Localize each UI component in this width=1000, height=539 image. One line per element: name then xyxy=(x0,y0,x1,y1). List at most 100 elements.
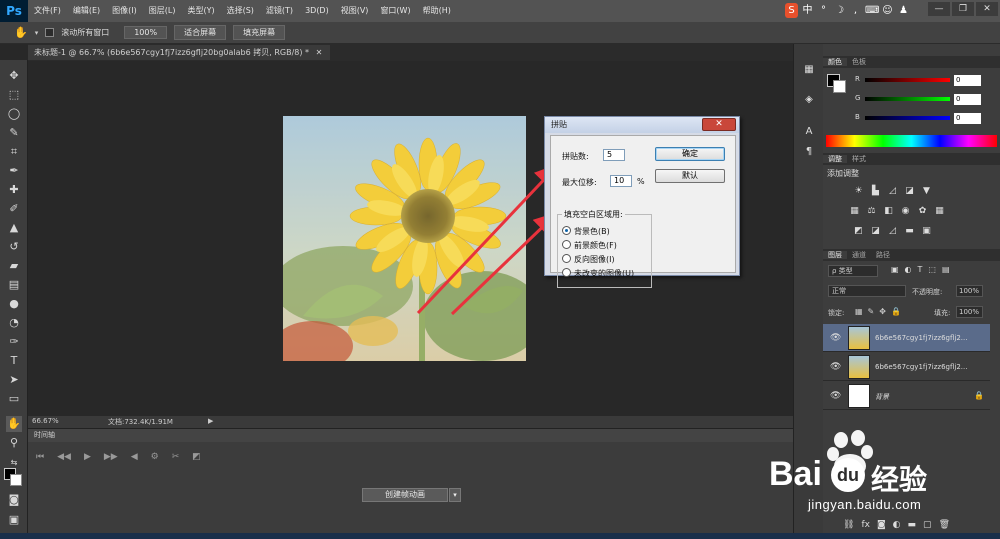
layer-row[interactable]: 👁 背景 🔒 xyxy=(823,382,990,410)
tab-channels[interactable]: 通道 xyxy=(847,251,871,259)
ok-button[interactable]: 确定 xyxy=(655,147,725,161)
create-frame-animation-button[interactable]: 创建帧动画 xyxy=(362,488,448,502)
adjust-icon[interactable]: ◐ xyxy=(893,520,901,530)
opacity-input[interactable]: 100% xyxy=(956,285,983,297)
scissors-icon[interactable]: ✂ xyxy=(172,452,180,462)
tab-adjustments[interactable]: 调整 xyxy=(823,155,847,163)
color-panel-tabs: 颜色 色板 xyxy=(823,56,1000,68)
properties-icon[interactable]: ◈ xyxy=(802,94,816,108)
r-slider[interactable] xyxy=(865,78,950,82)
fill-group-label: 填充空白区域用: xyxy=(562,209,625,220)
history-icon[interactable]: ▦ xyxy=(802,64,816,78)
channel-mixer-icon[interactable]: ✿ xyxy=(917,206,928,217)
radio-unaltered[interactable] xyxy=(562,268,571,277)
layer-name[interactable]: 6b6e567cgy1fj7izz6gflj2... xyxy=(875,334,967,342)
radio-inverse[interactable] xyxy=(562,254,571,263)
tab-layers[interactable]: 图层 xyxy=(823,251,847,259)
opacity-label: 不透明度: xyxy=(912,288,943,296)
zoom-level[interactable]: 66.67% xyxy=(32,417,59,425)
status-menu-arrow-icon[interactable]: ▶ xyxy=(208,417,213,425)
audio-icon[interactable]: ◀ xyxy=(131,452,138,462)
create-dropdown-icon[interactable]: ▾ xyxy=(449,488,461,502)
color-spectrum[interactable] xyxy=(826,135,997,147)
layer-row[interactable]: 👁 6b6e567cgy1fj7izz6gflj2... xyxy=(823,324,990,352)
tile-dialog: 拼贴 ✕ 拼贴数: 5 最大位移: 10 % 确定 默认 填充空白区域用: 背景… xyxy=(544,116,740,288)
radio-background[interactable] xyxy=(562,226,571,235)
first-frame-icon[interactable]: ⏮ xyxy=(36,452,44,462)
layer-row[interactable]: 👁 6b6e567cgy1fj7izz6gflj2... xyxy=(823,353,990,381)
paragraph-icon[interactable]: ¶ xyxy=(802,146,816,160)
watermark-brand-cn: 经验 xyxy=(871,463,928,496)
eye-icon[interactable]: 👁 xyxy=(830,391,841,401)
option-background-label: 背景色(B) xyxy=(574,227,610,236)
threshold-icon[interactable]: ◿ xyxy=(887,226,898,237)
folder-icon[interactable]: ▬ xyxy=(908,520,917,530)
tiles-label: 拼贴数: xyxy=(562,152,589,161)
layer-name[interactable]: 背景 xyxy=(875,392,889,402)
lock-icon: 🔒 xyxy=(974,391,984,400)
settings-icon[interactable]: ⚙ xyxy=(151,452,159,462)
tab-paths[interactable]: 路径 xyxy=(871,251,895,259)
g-channel-label: G xyxy=(855,94,861,102)
eye-icon[interactable]: 👁 xyxy=(830,362,841,372)
option-foreground-label: 前景颜色(F) xyxy=(574,241,617,250)
tab-swatches[interactable]: 色板 xyxy=(847,58,871,66)
tab-color[interactable]: 颜色 xyxy=(823,58,847,66)
prev-frame-icon[interactable]: ◀◀ xyxy=(57,452,71,462)
timeline-title[interactable]: 时间轴 xyxy=(34,431,55,439)
fill-options-group: 填充空白区域用: 背景色(B) 前景颜色(F) 反向图像(I) 未改变的图像(U… xyxy=(557,209,652,288)
transition-icon[interactable]: ◩ xyxy=(192,452,201,462)
exposure-icon[interactable]: ◪ xyxy=(904,186,915,197)
layer-filter-select[interactable]: ρ 类型 xyxy=(828,265,878,277)
trash-icon[interactable]: 🗑 xyxy=(939,520,950,530)
r-channel-label: R xyxy=(855,75,860,83)
bg-swatch[interactable] xyxy=(833,80,846,93)
bw-icon[interactable]: ◧ xyxy=(883,206,894,217)
posterize-icon[interactable]: ◪ xyxy=(870,226,881,237)
lookup-icon[interactable]: ▦ xyxy=(934,206,945,217)
vibrance-icon[interactable]: ▼ xyxy=(921,186,932,197)
windows-taskbar xyxy=(0,533,1000,539)
adjust-panel-tabs: 调整 样式 xyxy=(823,153,1000,165)
new-layer-icon[interactable]: ▢ xyxy=(923,520,932,530)
r-value[interactable]: 0 xyxy=(954,75,981,86)
invert-icon[interactable]: ◩ xyxy=(853,226,864,237)
layer-name[interactable]: 6b6e567cgy1fj7izz6gflj2... xyxy=(875,363,967,371)
b-slider[interactable] xyxy=(865,116,950,120)
layer-thumbnail xyxy=(848,384,870,408)
link-icon[interactable]: ⛓ xyxy=(843,520,854,530)
next-frame-icon[interactable]: ▶▶ xyxy=(104,452,118,462)
document-info: 文档:732.4K/1.91M xyxy=(108,418,173,426)
g-value[interactable]: 0 xyxy=(954,94,981,105)
hue-icon[interactable]: ▦ xyxy=(849,206,860,217)
eye-icon[interactable]: 👁 xyxy=(830,333,841,343)
layer-filter-icons[interactable]: ▣◐T⬚▤ xyxy=(891,265,956,274)
balance-icon[interactable]: ⚖ xyxy=(866,206,877,217)
fill-input[interactable]: 100% xyxy=(956,306,983,318)
character-icon[interactable]: A xyxy=(802,126,816,140)
g-slider[interactable] xyxy=(865,97,950,101)
layers-panel-tabs: 图层 通道 路径 xyxy=(823,249,1000,261)
offset-input[interactable]: 10 xyxy=(610,175,632,187)
status-bar: 66.67% 文档:732.4K/1.91M ▶ xyxy=(28,416,793,428)
photo-filter-icon[interactable]: ◉ xyxy=(900,206,911,217)
dialog-body: 拼贴数: 5 最大位移: 10 % 确定 默认 填充空白区域用: 背景色(B) … xyxy=(550,135,736,288)
play-icon[interactable]: ▶ xyxy=(84,452,91,462)
lock-icons[interactable]: ▦✎✥🔒 xyxy=(855,307,906,316)
b-value[interactable]: 0 xyxy=(954,113,981,124)
brightness-icon[interactable]: ☀ xyxy=(853,186,864,197)
dialog-close-icon[interactable]: ✕ xyxy=(702,118,736,131)
timeline-header: 时间轴 xyxy=(28,429,793,442)
levels-icon[interactable]: ▙ xyxy=(870,186,881,197)
selective-color-icon[interactable]: ▣ xyxy=(921,226,932,237)
fx-icon[interactable]: fx xyxy=(861,520,870,530)
tab-styles[interactable]: 样式 xyxy=(847,155,871,163)
reset-button[interactable]: 默认 xyxy=(655,169,725,183)
timeline-controls: ⏮ ◀◀ ▶ ▶▶ ◀ ⚙ ✂ ◩ xyxy=(28,443,793,471)
mask-icon[interactable]: ◙ xyxy=(877,520,886,530)
blend-mode-select[interactable]: 正常 xyxy=(828,285,906,297)
radio-foreground[interactable] xyxy=(562,240,571,249)
tiles-input[interactable]: 5 xyxy=(603,149,625,161)
curves-icon[interactable]: ◿ xyxy=(887,186,898,197)
gradient-map-icon[interactable]: ▬ xyxy=(904,226,915,237)
